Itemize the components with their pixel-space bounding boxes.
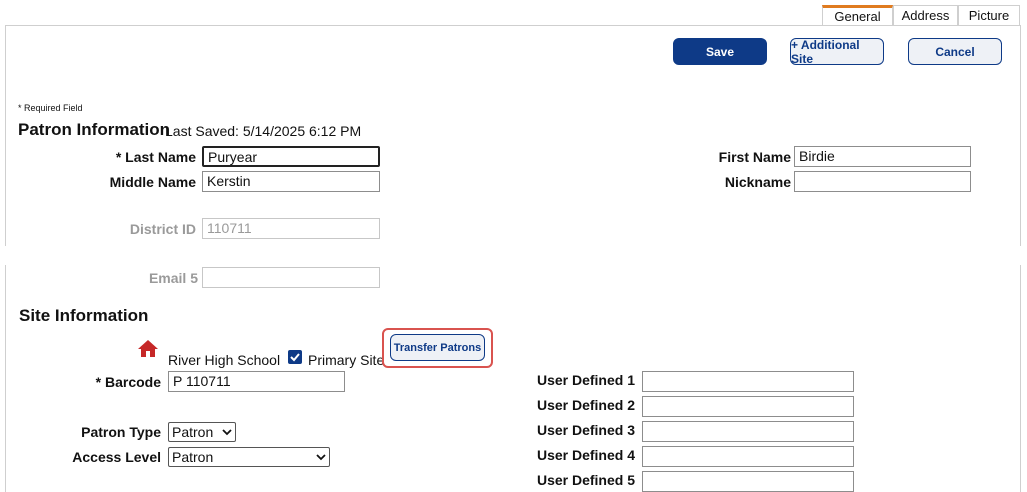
nickname-input[interactable] <box>794 171 971 192</box>
user-defined-1-label: User Defined 1 <box>536 372 635 388</box>
email5-label: Email 5 <box>148 270 198 286</box>
first-name-input[interactable]: Birdie <box>794 146 971 167</box>
save-button[interactable]: Save <box>673 38 767 65</box>
user-defined-3-label: User Defined 3 <box>536 422 635 438</box>
patron-info-heading: Patron Information <box>18 120 171 139</box>
email5-input[interactable] <box>202 267 380 288</box>
user-defined-1-input[interactable] <box>642 371 854 392</box>
chevron-down-icon <box>222 428 232 435</box>
tab-address[interactable]: Address <box>893 5 958 25</box>
checkmark-icon <box>290 353 300 362</box>
access-level-label: Access Level <box>72 449 161 465</box>
transfer-patrons-button[interactable]: Transfer Patrons <box>390 334 485 361</box>
tab-bar: General Address Picture <box>822 5 1020 25</box>
user-defined-4-input[interactable] <box>642 446 854 467</box>
patron-type-select[interactable]: Patron <box>168 422 236 442</box>
site-name: River High School <box>168 352 281 368</box>
middle-name-label: Middle Name <box>109 174 196 190</box>
district-id-input: 110711 <box>202 218 380 239</box>
last-name-input[interactable]: Puryear <box>202 146 380 167</box>
middle-name-input[interactable]: Kerstin <box>202 171 380 192</box>
last-saved-text: Last Saved: 5/14/2025 6:12 PM <box>165 123 362 139</box>
tab-general[interactable]: General <box>822 5 893 25</box>
tab-picture[interactable]: Picture <box>958 5 1020 25</box>
user-defined-5-input[interactable] <box>642 471 854 492</box>
last-name-label: * Last Name <box>115 149 196 165</box>
additional-site-button[interactable]: + Additional Site <box>790 38 884 66</box>
first-name-label: First Name <box>718 149 791 165</box>
user-defined-5-label: User Defined 5 <box>536 472 635 488</box>
cancel-button[interactable]: Cancel <box>908 38 1002 65</box>
patron-type-label: Patron Type <box>81 424 161 440</box>
district-id-label: District ID <box>129 221 196 237</box>
access-level-value: Patron <box>172 449 214 465</box>
site-info-heading: Site Information <box>19 306 149 325</box>
barcode-label: * Barcode <box>95 374 161 390</box>
user-defined-3-input[interactable] <box>642 421 854 442</box>
barcode-input[interactable]: P 110711 <box>168 371 345 392</box>
home-icon <box>138 340 158 360</box>
chevron-down-icon <box>316 453 326 460</box>
access-level-select[interactable]: Patron <box>168 447 330 467</box>
nickname-label: Nickname <box>724 174 791 190</box>
user-defined-4-label: User Defined 4 <box>536 447 635 463</box>
primary-site-checkbox[interactable] <box>288 350 302 364</box>
user-defined-2-input[interactable] <box>642 396 854 417</box>
user-defined-2-label: User Defined 2 <box>536 397 635 413</box>
required-field-note: * Required Field <box>18 103 83 113</box>
primary-site-label: Primary Site <box>308 352 385 368</box>
patron-type-value: Patron <box>172 424 214 440</box>
